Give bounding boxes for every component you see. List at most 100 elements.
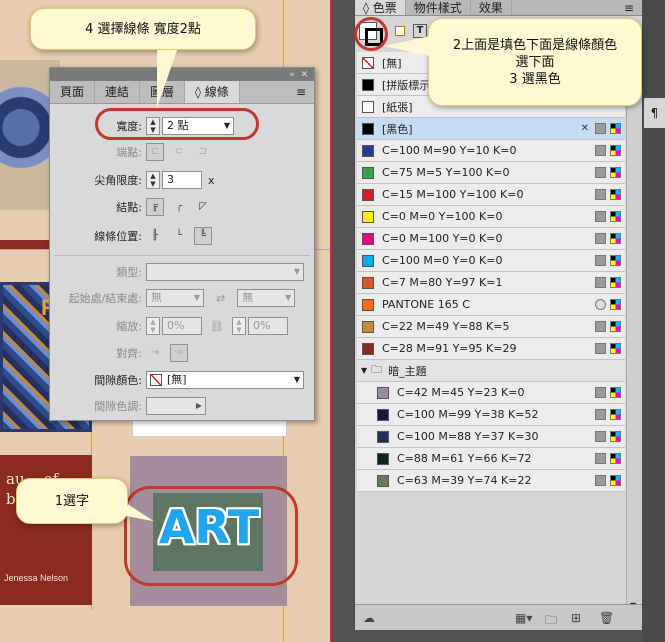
swatch-chip — [362, 276, 374, 289]
swatch-row[interactable]: C=100 M=99 Y=38 K=52 — [357, 404, 625, 426]
swatch-name: C=0 M=0 Y=100 K=0 — [382, 210, 503, 223]
projecting-cap-icon[interactable]: ⊐ — [194, 143, 212, 161]
type-dropdown[interactable]: ▼ — [146, 263, 304, 281]
chevron-down-icon[interactable]: ▼ — [361, 366, 367, 375]
panel-menu-icon[interactable]: ≡ — [288, 81, 314, 103]
gap-tint-label: 間隙色調: — [94, 400, 142, 413]
swatch-row[interactable]: [黑色] ✕ — [357, 118, 625, 140]
container-icon[interactable] — [395, 26, 405, 36]
swatch-row[interactable]: PANTONE 165 C — [357, 294, 625, 316]
scale-start-stepper[interactable]: ▲ ▼ — [146, 317, 160, 335]
swatch-name: C=100 M=0 Y=0 K=0 — [382, 254, 503, 267]
tab-pages[interactable]: 頁面 — [50, 81, 96, 103]
cmyk-mode-icon — [610, 145, 621, 156]
scrollbar[interactable]: ▲ ▼ — [626, 52, 642, 612]
swatch-row[interactable]: C=100 M=0 Y=0 K=0 — [357, 250, 625, 272]
gap-tint-input[interactable]: ▶ — [146, 397, 206, 415]
swatch-name: C=7 M=80 Y=97 K=1 — [382, 276, 503, 289]
chevron-right-icon[interactable]: ▶ — [196, 398, 202, 414]
arrow-extend-icon[interactable]: ⇥ — [146, 344, 164, 362]
process-color-icon — [595, 211, 606, 222]
swatch-row[interactable]: C=88 M=61 Y=66 K=72 — [357, 448, 625, 470]
swatch-chip — [362, 56, 374, 69]
show-swatch-kinds-icon[interactable]: ▦▾ — [515, 611, 532, 625]
gap-color-dropdown[interactable]: [無] ▼ — [146, 371, 304, 389]
swatch-row[interactable]: C=63 M=39 Y=74 K=22 — [357, 470, 625, 492]
swatch-name: C=15 M=100 Y=100 K=0 — [382, 188, 524, 201]
round-join-icon[interactable]: ╭ — [170, 198, 188, 216]
group-name: 暗_主題 — [388, 364, 427, 378]
round-cap-icon[interactable]: ⊂ — [170, 143, 188, 161]
start-dropdown[interactable]: 無 ▼ — [146, 289, 204, 307]
swap-icon[interactable]: ⇄ — [216, 292, 225, 305]
scale-start-input[interactable]: 0% — [162, 317, 202, 335]
align-inside-icon[interactable]: └ — [170, 227, 188, 245]
swatch-row[interactable]: C=42 M=45 Y=23 K=0 — [357, 382, 625, 404]
cmyk-mode-icon — [610, 321, 621, 332]
spot-color-icon — [595, 299, 606, 310]
scale-end-stepper[interactable]: ▲ ▼ — [231, 317, 246, 335]
tab-stroke[interactable]: ◊ 線條 — [185, 81, 240, 103]
swatch-row[interactable]: C=0 M=0 Y=100 K=0 — [357, 206, 625, 228]
swatch-list[interactable]: [無] [拼版標示色] [紙張] [黑色] ✕ C=100 M=90 Y=10 K=0 C=… — [357, 52, 625, 492]
miter-stepper[interactable]: ▲ ▼ — [146, 171, 160, 189]
trash-icon[interactable]: 🗑 — [599, 611, 614, 625]
swatch-row[interactable]: C=15 M=100 Y=100 K=0 — [357, 184, 625, 206]
align-outside-icon[interactable]: ╚ — [194, 227, 212, 245]
butt-cap-icon[interactable]: ⊏ — [146, 143, 164, 161]
scale-end-input[interactable]: 0% — [247, 317, 288, 335]
tab-effects[interactable]: 效果 — [471, 0, 512, 15]
swatch-chip — [377, 386, 389, 399]
align-center-icon[interactable]: ╟ — [146, 227, 164, 245]
swatch-name: C=0 M=100 Y=0 K=0 — [382, 232, 503, 245]
cmyk-mode-icon — [610, 299, 621, 310]
swatch-row[interactable]: C=75 M=5 Y=100 K=0 — [357, 162, 625, 184]
tab-object-styles[interactable]: 物件樣式 — [406, 0, 471, 15]
highlight-ellipse-art — [124, 486, 298, 586]
swatch-name: C=88 M=61 Y=66 K=72 — [397, 452, 532, 465]
new-swatch-icon[interactable]: ⊞ — [571, 611, 581, 625]
join-label: 結點: — [116, 201, 142, 214]
start-end-label: 起始處/結束處: — [68, 292, 142, 305]
callout-text: 2上面是填色下面是線條顏色 — [452, 37, 618, 53]
end-dropdown[interactable]: 無 ▼ — [237, 289, 296, 307]
cmyk-mode-icon — [610, 409, 621, 420]
right-dock: ¶ — [642, 0, 665, 642]
swatch-chip — [362, 254, 374, 267]
process-color-icon — [595, 409, 606, 420]
no-edit-icon: ✕ — [580, 123, 589, 134]
arrow-place-icon[interactable]: ⇨ — [170, 344, 188, 362]
swatch-chip — [362, 100, 374, 113]
link-icon[interactable]: ⛓ — [210, 320, 224, 333]
miter-join-icon[interactable]: ╔ — [146, 198, 164, 216]
tab-swatches[interactable]: ◊ 色票 — [355, 0, 406, 15]
swatch-chip — [362, 144, 374, 157]
paragraph-icon[interactable]: ¶ — [644, 98, 665, 128]
swatch-row[interactable]: C=22 M=49 Y=88 K=5 — [357, 316, 625, 338]
cc-library-icon[interactable]: ☁ — [363, 611, 375, 625]
swatch-chip — [377, 430, 389, 443]
swatch-name: C=42 M=45 Y=23 K=0 — [397, 386, 525, 399]
cmyk-mode-icon — [610, 453, 621, 464]
close-icon[interactable]: ✕ — [300, 70, 308, 80]
process-color-icon — [595, 431, 606, 442]
align-arrow-label: 對齊: — [116, 347, 142, 360]
swatch-chip — [362, 210, 374, 223]
swatch-row[interactable]: C=28 M=91 Y=95 K=29 — [357, 338, 625, 360]
miter-input[interactable]: 3 — [162, 171, 202, 189]
tab-links[interactable]: 連結 — [95, 81, 141, 103]
highlight-ellipse-weight — [95, 108, 259, 140]
new-color-group-icon[interactable]: 🗀 — [545, 611, 557, 632]
swatch-row[interactable]: C=100 M=90 Y=10 K=0 — [357, 140, 625, 162]
scale-label: 縮放: — [116, 320, 142, 333]
folder-icon: 🗀 — [371, 363, 383, 376]
callout-fill-stroke-step: 2上面是填色下面是線條顏色 選下面 3 選黑色 — [428, 18, 642, 106]
swatch-group-row[interactable]: ▼ 🗀 暗_主題 — [357, 360, 625, 382]
collapse-icon[interactable]: « — [289, 70, 295, 80]
swatch-row[interactable]: C=100 M=88 Y=37 K=30 — [357, 426, 625, 448]
panel-menu-icon[interactable]: ≡ — [616, 0, 642, 15]
swatch-row[interactable]: C=7 M=80 Y=97 K=1 — [357, 272, 625, 294]
swatch-row[interactable]: C=0 M=100 Y=0 K=0 — [357, 228, 625, 250]
bevel-join-icon[interactable]: ◸ — [194, 198, 212, 216]
panel-titlebar[interactable]: « ✕ — [50, 68, 314, 81]
